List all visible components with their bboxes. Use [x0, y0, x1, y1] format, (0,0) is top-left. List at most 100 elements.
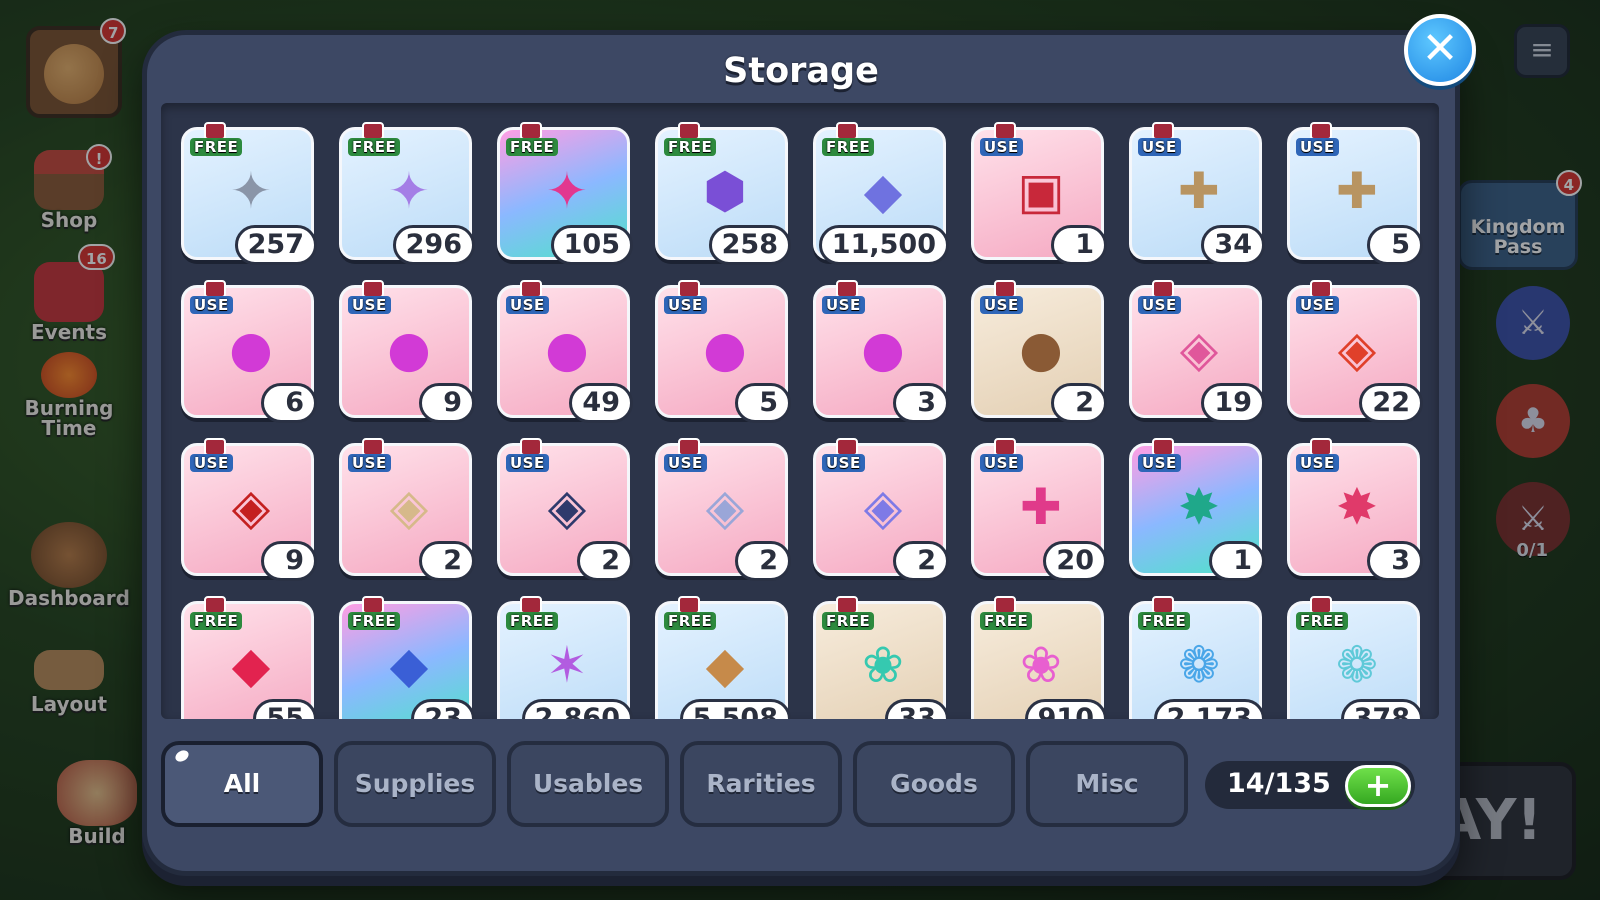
dashboard-icon — [31, 522, 107, 588]
flame-icon — [41, 352, 97, 398]
pink-cookie-cutter-icon: ✦ — [546, 162, 588, 220]
item-quantity: 34 — [1201, 225, 1265, 265]
storage-item[interactable]: USE ● 9 — [339, 280, 475, 423]
purple-gem-ticket-icon: ⬢ — [703, 162, 747, 220]
storage-item[interactable]: USE ◈ 2 — [339, 438, 475, 581]
storage-item[interactable]: FREE ◆ 5,508 — [655, 596, 791, 719]
storage-item[interactable]: FREE ◆ 55 — [181, 596, 317, 719]
tab-rarities[interactable]: Rarities — [680, 741, 842, 827]
storage-item[interactable]: USE ● 5 — [655, 280, 791, 423]
storage-item[interactable]: FREE ✦ 105 — [497, 122, 633, 265]
mint-jelly-icon: ❀ — [862, 636, 904, 694]
storage-item[interactable]: FREE ❁ 378 — [1287, 596, 1423, 719]
item-quantity: 55 — [253, 699, 317, 719]
shop-button[interactable]: Shop — [4, 150, 134, 230]
storage-item[interactable]: USE ✚ 34 — [1129, 122, 1265, 265]
storage-item[interactable]: USE ● 6 — [181, 280, 317, 423]
silver-card-pack-icon: ◈ — [705, 478, 745, 536]
gold-cross-chest-icon: ✚ — [1178, 162, 1220, 220]
storage-item[interactable]: USE ✚ 20 — [971, 438, 1107, 581]
dashboard-label: Dashboard — [8, 586, 130, 610]
tab-all[interactable]: All — [161, 741, 323, 827]
item-quantity: 2 — [893, 541, 949, 581]
storage-item[interactable]: FREE ❀ 33 — [813, 596, 949, 719]
menu-icon[interactable]: ≡ — [1514, 24, 1570, 78]
storage-item[interactable]: FREE ◆ 23 — [339, 596, 475, 719]
item-quantity: 2 — [419, 541, 475, 581]
tab-supplies[interactable]: Supplies — [334, 741, 496, 827]
layout-icon — [34, 650, 104, 690]
storage-item[interactable]: USE ◈ 9 — [181, 438, 317, 581]
plus-icon[interactable]: + — [1345, 765, 1411, 807]
brown-pouch-chest-icon: ● — [1019, 320, 1063, 378]
item-quantity: 33 — [885, 699, 949, 719]
tree-stump-icon[interactable]: ♣ — [1496, 384, 1570, 458]
item-quantity: 9 — [419, 383, 475, 423]
storage-item[interactable]: USE ▣ 1 — [971, 122, 1107, 265]
sparkle-card-pack-icon: ◈ — [863, 478, 903, 536]
item-quantity: 2 — [735, 541, 791, 581]
storage-modal: Storage FREE ✦ 257 FREE ✦ 296 FREE ✦ 105 FREE ⬢ 258… — [142, 30, 1460, 876]
storage-item[interactable]: FREE ✦ 296 — [339, 122, 475, 265]
events-button[interactable]: Events — [4, 262, 134, 342]
storage-item[interactable]: FREE ✦ 257 — [181, 122, 317, 265]
storage-item[interactable]: USE ✚ 5 — [1287, 122, 1423, 265]
storage-item[interactable]: USE ● 2 — [971, 280, 1107, 423]
storage-item[interactable]: USE ✸ 3 — [1287, 438, 1423, 581]
pink-star-chest-icon: ✸ — [1336, 478, 1378, 536]
tab-misc[interactable]: Misc — [1026, 741, 1188, 827]
storage-item[interactable]: FREE ⬢ 258 — [655, 122, 791, 265]
kingdom-pass-button[interactable]: Kingdom Pass — [1458, 180, 1578, 270]
storage-item[interactable]: USE ◈ 2 — [497, 438, 633, 581]
dashboard-button[interactable]: Dashboard — [4, 522, 134, 608]
magenta-pouch-chest-icon: ● — [703, 320, 747, 378]
item-quantity: 23 — [411, 699, 475, 719]
item-quantity: 5 — [1367, 225, 1423, 265]
storage-item[interactable]: FREE ◆ 11,500 — [813, 122, 949, 265]
storage-item[interactable]: FREE ❀ 910 — [971, 596, 1107, 719]
left-hud: 7 Shop ! Events 16 Burning Time Dashboar… — [0, 0, 150, 900]
storage-item[interactable]: FREE ✶ 2,860 — [497, 596, 633, 719]
wrapped-candy-icon: ❁ — [1178, 636, 1220, 694]
burning-time-button[interactable]: Burning Time — [4, 352, 134, 438]
layout-label: Layout — [30, 692, 108, 716]
item-quantity: 5,508 — [679, 699, 791, 719]
storage-grid-panel[interactable]: FREE ✦ 257 FREE ✦ 296 FREE ✦ 105 FREE ⬢ 258 FREE ◆ 11,… — [161, 103, 1439, 719]
storage-item-grid: FREE ✦ 257 FREE ✦ 296 FREE ✦ 105 FREE ⬢ 258 FREE ◆ 11,… — [181, 122, 1423, 719]
pink-cross-chest-icon: ✚ — [1020, 478, 1062, 536]
storage-item[interactable]: FREE ❁ 2,173 — [1129, 596, 1265, 719]
right-hud: ≡ Kingdom Pass 4 ⚔ ♣ ⚔ 0/1 AY! — [1236, 0, 1600, 900]
sword-icon[interactable]: ⚔ — [1496, 286, 1570, 360]
item-quantity: 49 — [569, 383, 633, 423]
storage-item[interactable]: USE ◈ 19 — [1129, 280, 1265, 423]
tab-goods[interactable]: Goods — [853, 741, 1015, 827]
modal-title: Storage — [723, 51, 879, 91]
storage-item[interactable]: USE ● 3 — [813, 280, 949, 423]
item-quantity: 2 — [1051, 383, 1107, 423]
close-icon[interactable]: ✕ — [1404, 14, 1476, 86]
item-quantity: 1 — [1209, 541, 1265, 581]
jelly-bunch-icon: ❀ — [1020, 636, 1062, 694]
item-quantity: 296 — [392, 225, 475, 265]
2025-chest-icon: ▣ — [1017, 162, 1065, 220]
storage-item[interactable]: USE ◈ 2 — [813, 438, 949, 581]
storage-item[interactable]: USE ✸ 1 — [1129, 438, 1265, 581]
storage-item[interactable]: USE ◈ 2 — [655, 438, 791, 581]
item-quantity: 257 — [234, 225, 317, 265]
layout-button[interactable]: Layout — [4, 650, 134, 714]
item-quantity: 2,860 — [521, 699, 633, 719]
item-quantity: 2 — [577, 541, 633, 581]
gold-cross-chest-icon: ✚ — [1336, 162, 1378, 220]
tab-usables[interactable]: Usables — [507, 741, 669, 827]
prism-star-icon: ✶ — [546, 636, 588, 694]
cookie-avatar-icon — [44, 44, 104, 104]
storage-item[interactable]: USE ◈ 22 — [1287, 280, 1423, 423]
shop-label: Shop — [40, 208, 98, 232]
blue-crystal-icon: ◆ — [389, 636, 429, 694]
red-crystal-icon: ◆ — [231, 636, 271, 694]
crystal-shard-icon: ◆ — [863, 162, 903, 220]
cream-card-pack-icon: ◈ — [389, 478, 429, 536]
dark-card-pack-icon: ◈ — [547, 478, 587, 536]
item-quantity: 9 — [261, 541, 317, 581]
storage-item[interactable]: USE ● 49 — [497, 280, 633, 423]
